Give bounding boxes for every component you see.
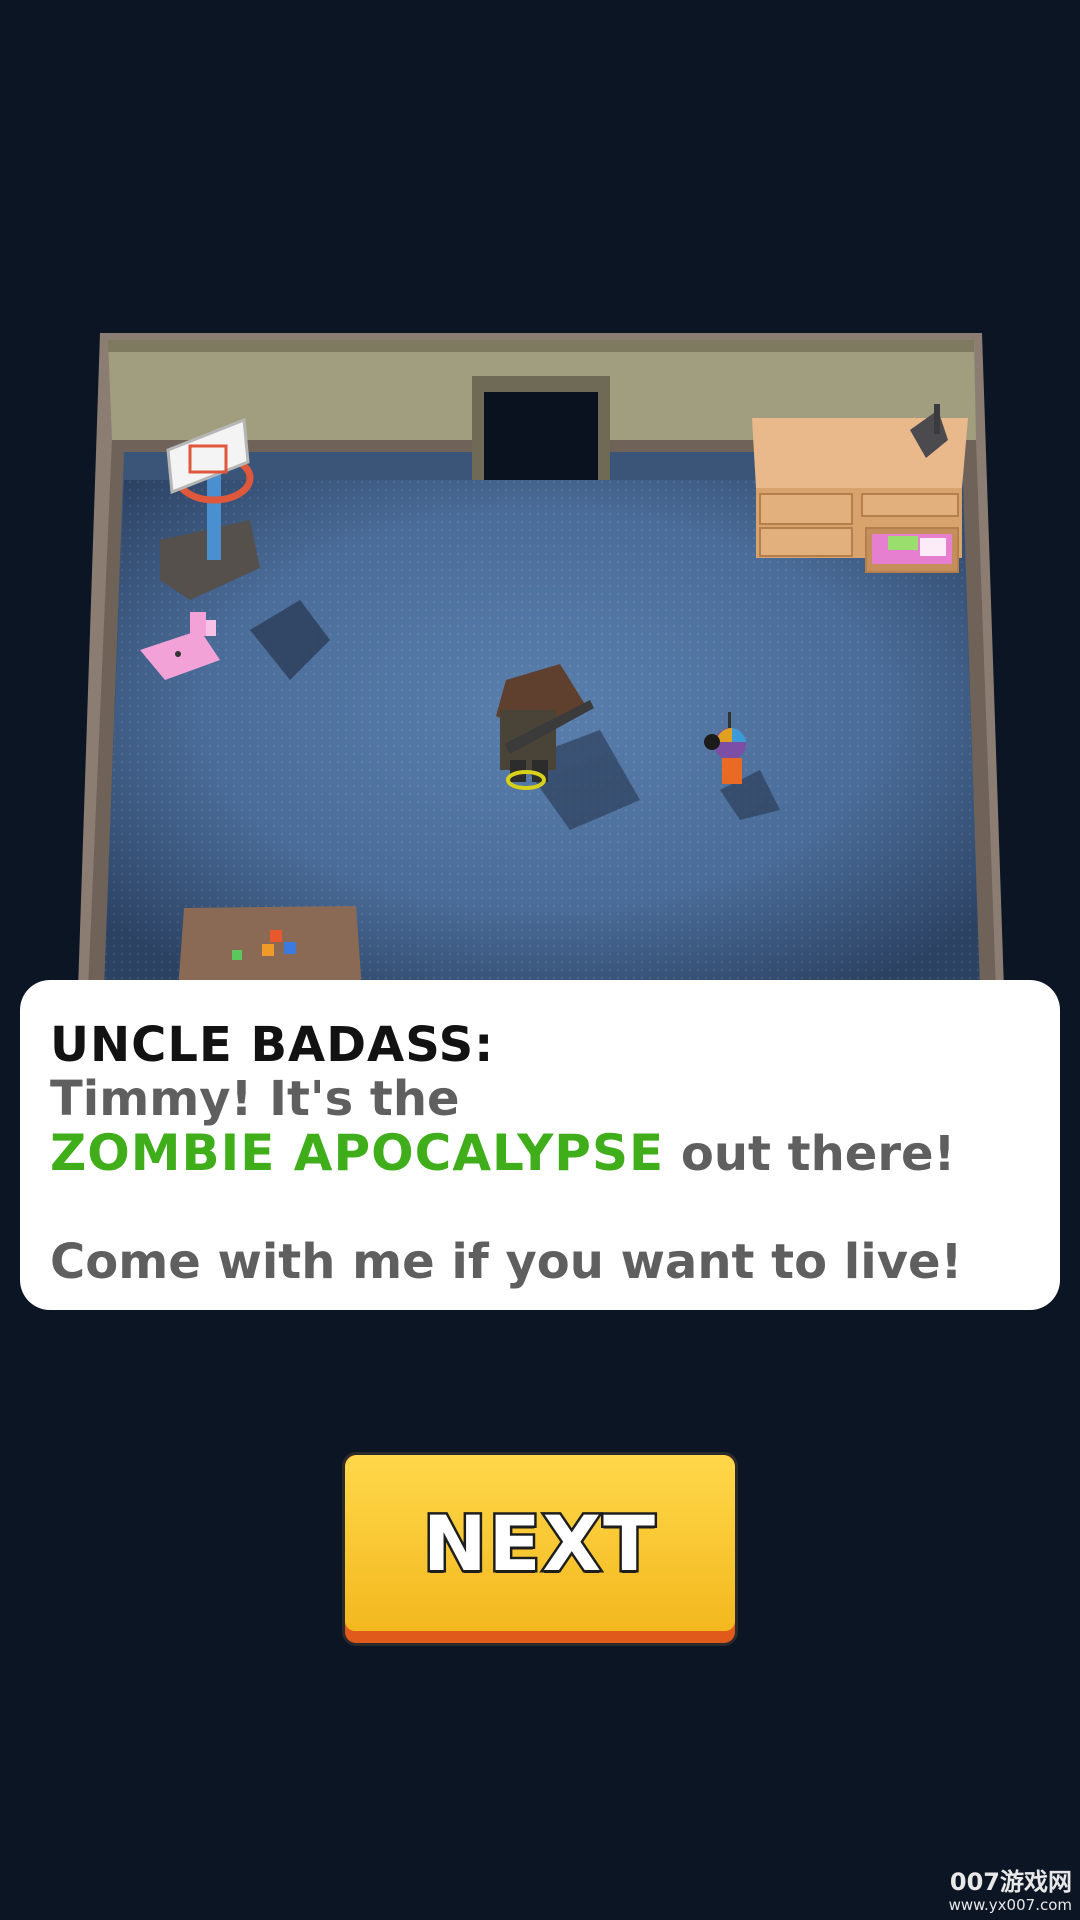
watermark-logo: 007游戏网 [949, 1868, 1072, 1896]
toy-table [178, 906, 362, 990]
speaker-name: UNCLE BADASS: [50, 1017, 495, 1073]
dialog-line-1: Timmy! It's the [50, 1071, 460, 1127]
watermark: 007游戏网 www.yx007.com [949, 1868, 1072, 1914]
next-button-label: NEXT [421, 1496, 658, 1590]
dialog-line-2: ZOMBIE APOCALYPSE out there! [50, 1126, 1030, 1181]
next-button-face[interactable]: NEXT [345, 1455, 735, 1631]
doorway [472, 376, 610, 484]
dresser [752, 404, 968, 573]
game-screen: UNCLE BADASS: Timmy! It's the ZOMBIE APO… [0, 0, 1080, 1920]
dialog-box: UNCLE BADASS: Timmy! It's the ZOMBIE APO… [20, 980, 1060, 1310]
watermark-url: www.yx007.com [948, 1896, 1072, 1914]
dialog-highlight: ZOMBIE APOCALYPSE [50, 1124, 665, 1182]
bedroom-scene [78, 333, 1004, 990]
dialog-line-3: Come with me if you want to live! [50, 1234, 963, 1290]
next-button[interactable]: NEXT [342, 1452, 738, 1646]
dialog-line-2-rest: out there! [680, 1126, 956, 1182]
